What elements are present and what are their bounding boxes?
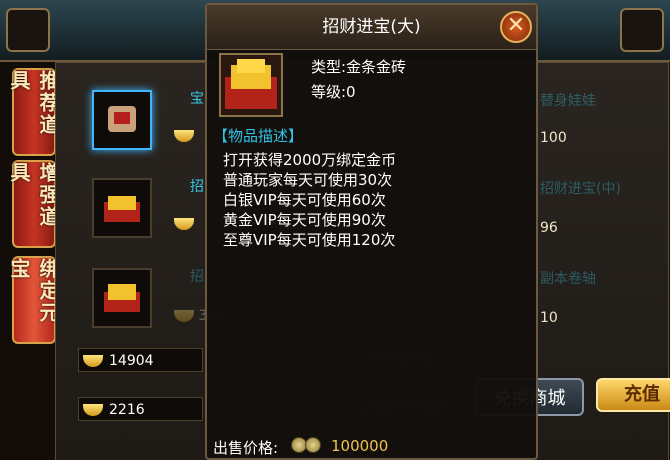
item-name: 副本卷轴 <box>540 271 596 287</box>
gold-ingot-icon <box>174 218 194 230</box>
gold-ingot-icon <box>174 130 194 142</box>
corner-ornament-right <box>620 8 664 52</box>
item-price: 96 <box>540 220 558 236</box>
tab-recommended-items[interactable]: 推荐道具 <box>7 68 60 156</box>
scroll-icon <box>108 106 136 132</box>
gold-bars-icon <box>104 196 140 222</box>
item-price: 10 <box>540 310 558 326</box>
balance-value: 14904 <box>109 353 154 369</box>
description-line: 白银VIP每天可使用60次 <box>223 191 386 209</box>
recharge-button[interactable]: 充值 <box>596 378 670 412</box>
coin-icon <box>305 437 321 453</box>
tab-bound-gold[interactable]: 绑定元宝 <box>7 256 60 344</box>
item-name: 招 <box>190 179 204 195</box>
item-type: 类型:金条金砖 <box>311 58 407 76</box>
tab-enhance-items[interactable]: 增强道具 <box>7 160 60 248</box>
gold-balance: 2216 <box>78 397 203 421</box>
description-line: 至尊VIP每天可使用120次 <box>223 231 396 249</box>
gold-ingot-icon <box>174 310 194 322</box>
item-slot-2[interactable] <box>92 178 152 238</box>
balance-value: 2216 <box>109 402 145 418</box>
description-lines: 打开获得2000万绑定金币 普通玩家每天可使用30次 白银VIP每天可使用60次… <box>223 150 396 250</box>
description-line: 黄金VIP每天可使用90次 <box>223 211 386 229</box>
description-line: 打开获得2000万绑定金币 <box>223 151 397 169</box>
item-price: 100 <box>540 130 567 146</box>
description-line: 普通玩家每天可使用30次 <box>223 171 393 189</box>
sale-price-label: 出售价格: <box>213 439 279 457</box>
tooltip-title: 招财进宝(大) <box>207 5 536 50</box>
item-tooltip: 招财进宝(大) ✕ 类型:金条金砖 等级:0 【物品描述】 打开获得2000万绑… <box>205 3 538 460</box>
item-name: 替身娃娃 <box>540 93 596 109</box>
item-name: 宝 <box>190 91 204 107</box>
item-price <box>174 216 194 232</box>
item-slot-3[interactable] <box>92 268 152 328</box>
item-level: 等级:0 <box>311 83 356 101</box>
corner-ornament-left <box>6 8 50 52</box>
gold-ingot-icon <box>83 355 103 367</box>
description-header: 【物品描述】 <box>213 127 304 145</box>
gold-ingot-icon <box>83 404 103 416</box>
close-icon[interactable]: ✕ <box>500 11 532 43</box>
item-price <box>174 128 194 144</box>
sale-price-value: 100000 <box>331 437 389 455</box>
shop-window: 推荐道具 增强道具 绑定元宝 宝 招 招财进宝(大) 370 替身娃娃 100 … <box>0 0 670 460</box>
gold-bars-icon <box>219 53 283 117</box>
item-name: 招财进宝(中) <box>540 181 621 197</box>
item-slot-1[interactable] <box>92 90 152 150</box>
gold-bars-icon <box>104 284 140 312</box>
bound-gold-balance: 14904 <box>78 348 203 372</box>
